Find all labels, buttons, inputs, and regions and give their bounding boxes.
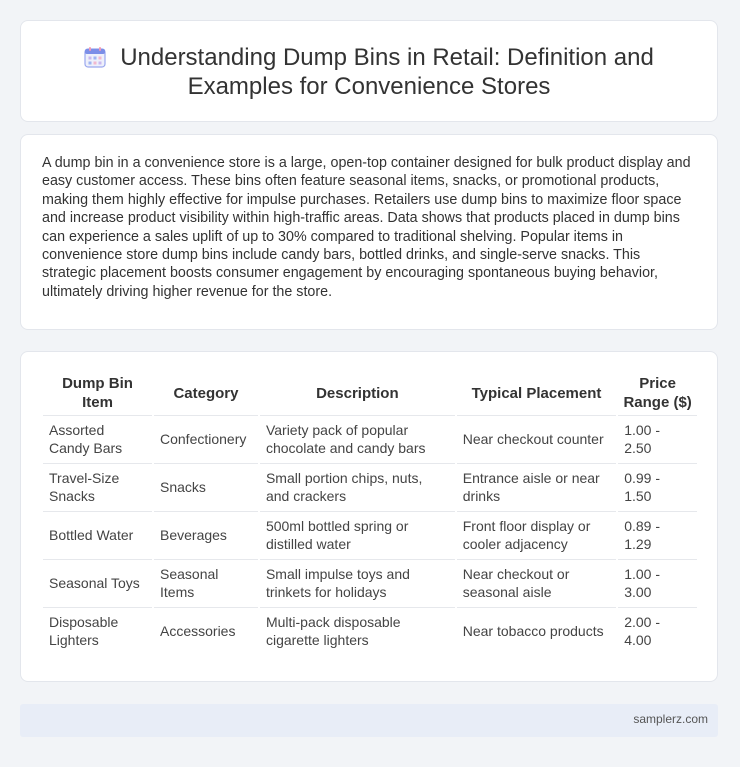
header-card: Understanding Dump Bins in Retail: Defin… [20, 20, 718, 122]
table-row: Assorted Candy Bars Confectionery Variet… [43, 415, 697, 461]
title-line-1: Understanding Dump Bins in Retail: Defin… [120, 44, 654, 71]
cell-item: Bottled Water [43, 511, 152, 557]
calendar-icon [84, 46, 106, 68]
intro-card: A dump bin in a convenience store is a l… [20, 134, 718, 330]
table-row: Seasonal Toys Seasonal Items Small impul… [43, 559, 697, 605]
table-card: Dump Bin Item Category Description Typic… [20, 351, 718, 682]
cell-category: Accessories [154, 607, 258, 653]
cell-category: Beverages [154, 511, 258, 557]
cell-item: Assorted Candy Bars [43, 415, 152, 461]
table-header-row: Dump Bin Item Category Description Typic… [43, 373, 697, 413]
cell-placement: Front floor display or cooler adjacency [456, 511, 617, 557]
cell-description: 500ml bottled spring or distilled water [259, 511, 455, 557]
header-item: Dump Bin Item [62, 375, 133, 411]
cell-description: Small portion chips, nuts, and crackers [259, 463, 455, 509]
cell-price: 2.00 - 4.00 [618, 607, 697, 653]
cell-price: 0.99 - 1.50 [618, 463, 697, 509]
title-line-2: Examples for Convenience Stores [187, 73, 551, 100]
cell-placement: Near tobacco products [456, 607, 617, 653]
cell-description: Multi-pack disposable cigarette lighters [259, 607, 455, 653]
header-description: Description [316, 384, 399, 402]
cell-placement: Near checkout counter [456, 415, 617, 461]
dump-bin-table: Dump Bin Item Category Description Typic… [41, 371, 699, 655]
table-row: Bottled Water Beverages 500ml bottled sp… [43, 511, 697, 557]
intro-paragraph: A dump bin in a convenience store is a l… [42, 155, 691, 300]
cell-placement: Near checkout or seasonal aisle [456, 559, 617, 605]
cell-category: Seasonal Items [154, 559, 258, 605]
header-category: Category [173, 384, 239, 402]
cell-category: Snacks [154, 463, 258, 509]
header-placement: Typical Placement [471, 384, 602, 402]
cell-placement: Entrance aisle or near drinks [456, 463, 617, 509]
footer-bar: samplerz.com [20, 704, 718, 737]
footer-site-link[interactable]: samplerz.com [633, 712, 708, 726]
page-title: Understanding Dump Bins in Retail: Defin… [21, 43, 717, 101]
cell-description: Small impulse toys and trinkets for holi… [259, 559, 455, 605]
cell-item: Seasonal Toys [43, 559, 152, 605]
cell-item: Disposable Lighters [43, 607, 152, 653]
cell-category: Confectionery [154, 415, 258, 461]
header-price-range: Price Range ($) [623, 375, 692, 411]
table-row: Travel-Size Snacks Snacks Small portion … [43, 463, 697, 509]
cell-price: 0.89 - 1.29 [618, 511, 697, 557]
cell-description: Variety pack of popular chocolate and ca… [259, 415, 455, 461]
cell-item: Travel-Size Snacks [43, 463, 152, 509]
table-row: Disposable Lighters Accessories Multi-pa… [43, 607, 697, 653]
cell-price: 1.00 - 2.50 [618, 415, 697, 461]
cell-price: 1.00 - 3.00 [618, 559, 697, 605]
